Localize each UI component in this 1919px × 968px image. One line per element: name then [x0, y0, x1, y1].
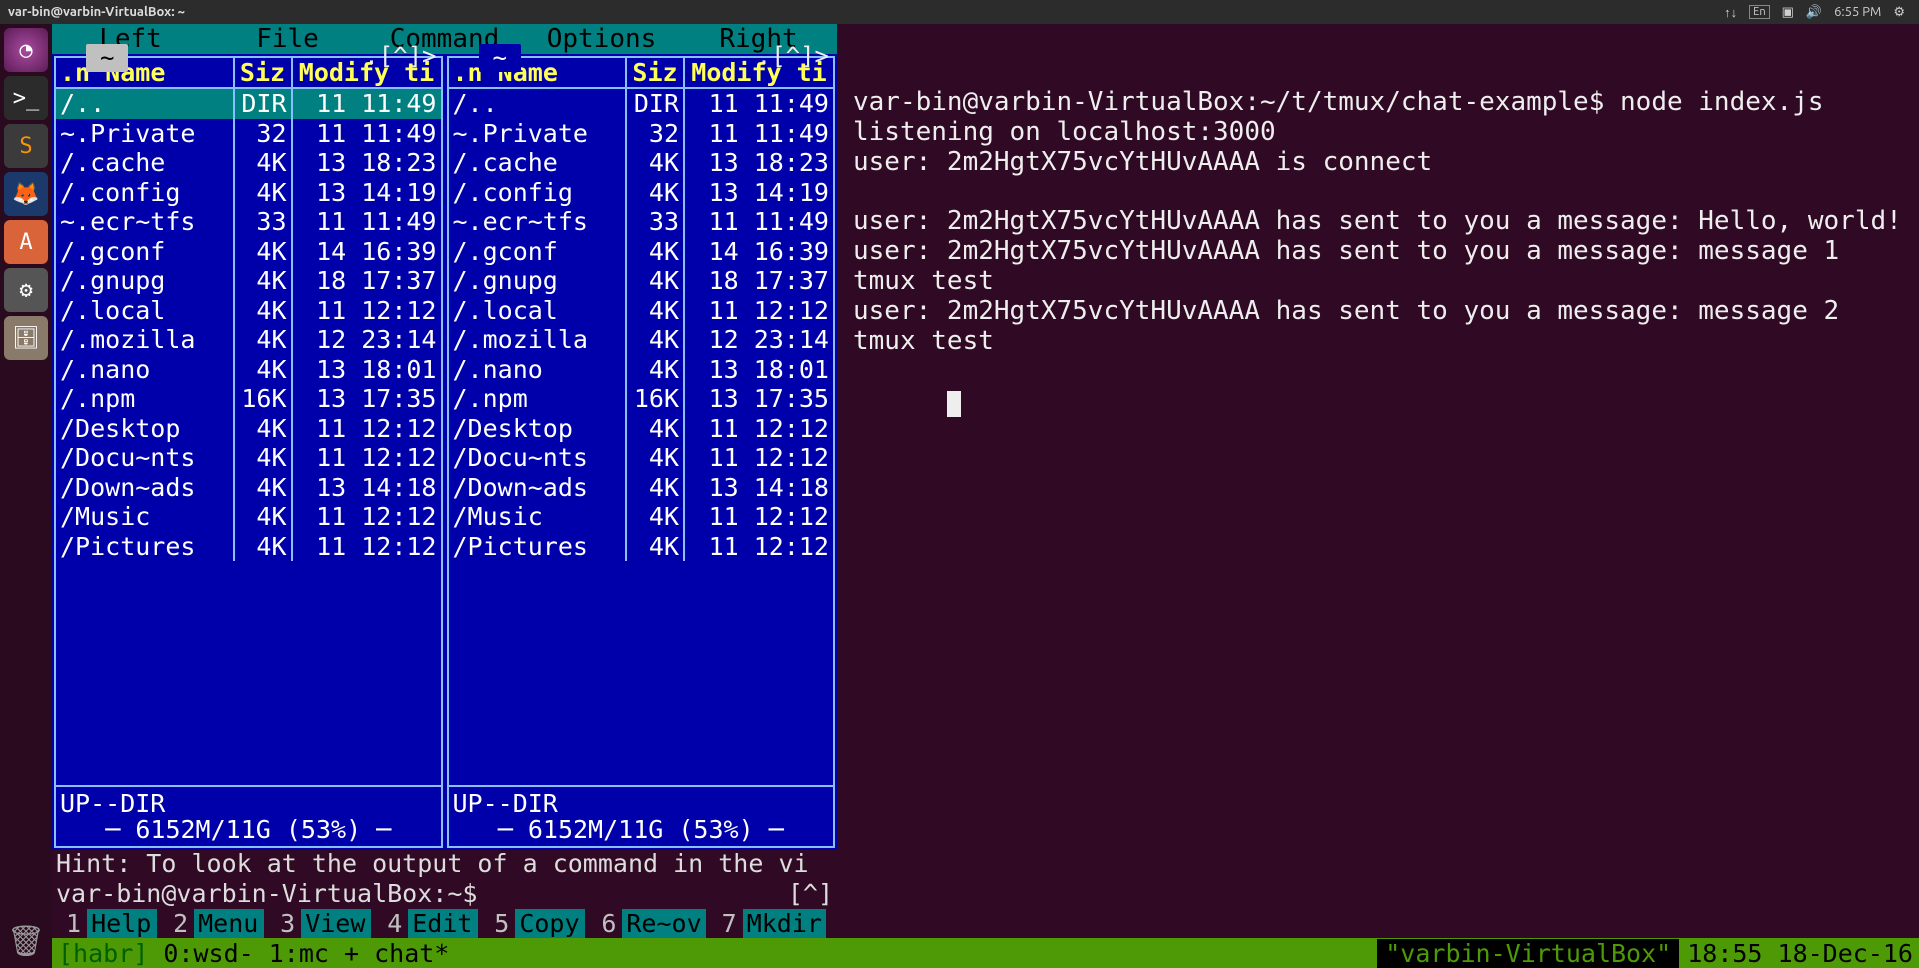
mc-left-controls[interactable]: .[^]>	[364, 42, 436, 70]
mc-fkeys[interactable]: 1Help2Menu3View4Edit5Copy6Re~ov7Mkdir	[52, 908, 837, 938]
file-row[interactable]: /.gconf 4K14 16:39	[449, 237, 834, 267]
file-row[interactable]: /.nano 4K13 18:01	[449, 355, 834, 385]
file-row[interactable]: /.mozilla 4K12 23:14	[56, 325, 441, 355]
file-row[interactable]: /.local 4K11 12:12	[56, 296, 441, 326]
fkey-mkdir[interactable]: 7Mkdir	[708, 909, 826, 938]
file-row[interactable]: /.. DIR11 11:49	[56, 89, 441, 119]
tmux-pane-mc[interactable]: Left File Command Options Right ~ .[^]> …	[52, 24, 837, 938]
file-row[interactable]: /.config 4K13 14:19	[449, 178, 834, 208]
file-row[interactable]: /.gconf 4K14 16:39	[56, 237, 441, 267]
mc-hint: Hint: To look at the output of a command…	[52, 850, 837, 879]
file-row[interactable]: ~.ecr~tfs 3311 11:49	[449, 207, 834, 237]
mc-prompt[interactable]: var-bin@varbin-VirtualBox:~$ [^]	[52, 879, 837, 908]
mc-right-disk: ─ 6152M/11G (53%) ─	[449, 815, 834, 846]
mc-left-panel[interactable]: ~ .[^]> .n Name Siz Modify ti /.. DIR11 …	[52, 54, 445, 850]
terminal-icon[interactable]: >_	[4, 76, 48, 120]
fkey-copy[interactable]: 5Copy	[480, 909, 585, 938]
network-icon[interactable]: ↑↓	[1724, 5, 1737, 20]
trash-icon[interactable]: 🗑	[5, 920, 47, 962]
fkey-menu[interactable]: 2Menu	[159, 909, 264, 938]
mc-prompt-ctrl: [^]	[788, 879, 833, 908]
terminal-cursor	[947, 391, 961, 417]
file-row[interactable]: /.mozilla 4K12 23:14	[449, 325, 834, 355]
file-row[interactable]: ~.Private 3211 11:49	[449, 119, 834, 149]
file-row[interactable]: /Down~ads 4K13 14:18	[449, 473, 834, 503]
mc-left-disk: ─ 6152M/11G (53%) ─	[56, 815, 441, 846]
file-row[interactable]: /.. DIR11 11:49	[449, 89, 834, 119]
mc-left-path[interactable]: ~	[86, 44, 128, 72]
file-row[interactable]: /.cache 4K13 18:23	[56, 148, 441, 178]
file-row[interactable]: /Desktop 4K11 12:12	[449, 414, 834, 444]
settings-icon[interactable]: ⚙	[4, 268, 48, 312]
file-row[interactable]: /Pictures 4K11 12:12	[56, 532, 441, 562]
fkey-re~ov[interactable]: 6Re~ov	[587, 909, 705, 938]
files-icon[interactable]: 🗄	[4, 316, 48, 360]
file-row[interactable]: /Music 4K11 12:12	[56, 502, 441, 532]
file-row[interactable]: /Docu~nts 4K11 12:12	[449, 443, 834, 473]
file-row[interactable]: /.nano 4K13 18:01	[56, 355, 441, 385]
file-row[interactable]: /Down~ads 4K13 14:18	[56, 473, 441, 503]
mc-menu-left[interactable]: Left	[52, 24, 209, 54]
tmux-host: "varbin-VirtualBox"	[1377, 939, 1679, 968]
terminal-output: var-bin@varbin-VirtualBox:~/t/tmux/chat-…	[853, 88, 1915, 357]
gear-icon[interactable]: ⚙	[1893, 5, 1905, 20]
file-row[interactable]: ~.Private 3211 11:49	[56, 119, 441, 149]
tmux-pane-node[interactable]: var-bin@varbin-VirtualBox:~/t/tmux/chat-…	[849, 24, 1919, 938]
mc-menu-options[interactable]: Options	[523, 24, 680, 54]
file-row[interactable]: /.gnupg 4K18 17:37	[449, 266, 834, 296]
battery-icon[interactable]: ▣	[1782, 5, 1794, 20]
volume-icon[interactable]: 🔊	[1806, 5, 1822, 20]
keyboard-lang-indicator[interactable]: En	[1749, 5, 1769, 19]
tmux-windows[interactable]: 0:wsd- 1:mc + chat*	[163, 939, 449, 968]
file-row[interactable]: /Music 4K11 12:12	[449, 502, 834, 532]
mc-menu-file[interactable]: File	[209, 24, 366, 54]
file-row[interactable]: /.local 4K11 12:12	[449, 296, 834, 326]
unity-launcher: ◔ >_ S 🦊 A ⚙ 🗄	[0, 24, 52, 968]
mc-right-footer: UP--DIR	[449, 785, 834, 815]
file-row[interactable]: /.config 4K13 14:19	[56, 178, 441, 208]
file-row[interactable]: /.npm 16K13 17:35	[449, 384, 834, 414]
firefox-icon[interactable]: 🦊	[4, 172, 48, 216]
mc-right-controls[interactable]: .[^]>	[757, 42, 829, 70]
mc-menu-bar[interactable]: Left File Command Options Right	[52, 24, 837, 54]
tmux-status-bar[interactable]: [habr] 0:wsd- 1:mc + chat* "varbin-Virtu…	[52, 938, 1919, 968]
dash-icon[interactable]: ◔	[4, 28, 48, 72]
file-row[interactable]: /.npm 16K13 17:35	[56, 384, 441, 414]
fkey-view[interactable]: 3View	[266, 909, 371, 938]
file-row[interactable]: /Desktop 4K11 12:12	[56, 414, 441, 444]
mc-right-panel[interactable]: ~ .[^]> .n Name Siz Modify ti /.. DIR11 …	[445, 54, 838, 850]
file-row[interactable]: /.cache 4K13 18:23	[449, 148, 834, 178]
mc-right-path[interactable]: ~	[479, 44, 521, 72]
mc-prompt-text: var-bin@varbin-VirtualBox:~$	[56, 879, 788, 908]
tmux-pane-separator[interactable]	[837, 24, 849, 938]
software-center-icon[interactable]: A	[4, 220, 48, 264]
tmux-session: [habr]	[58, 939, 148, 968]
tmux-time: 18:55 18-Dec-16	[1679, 939, 1913, 968]
sublime-icon[interactable]: S	[4, 124, 48, 168]
file-row[interactable]: /Pictures 4K11 12:12	[449, 532, 834, 562]
mc-left-footer: UP--DIR	[56, 785, 441, 815]
clock[interactable]: 6:55 PM	[1834, 5, 1881, 19]
window-title: var-bin@varbin-VirtualBox: ~	[8, 5, 185, 19]
gnome-top-panel: var-bin@varbin-VirtualBox: ~ ↑↓ En ▣ 🔊 6…	[0, 0, 1919, 24]
fkey-edit[interactable]: 4Edit	[373, 909, 478, 938]
fkey-help[interactable]: 1Help	[52, 909, 157, 938]
file-row[interactable]: /.gnupg 4K18 17:37	[56, 266, 441, 296]
file-row[interactable]: ~.ecr~tfs 3311 11:49	[56, 207, 441, 237]
file-row[interactable]: /Docu~nts 4K11 12:12	[56, 443, 441, 473]
